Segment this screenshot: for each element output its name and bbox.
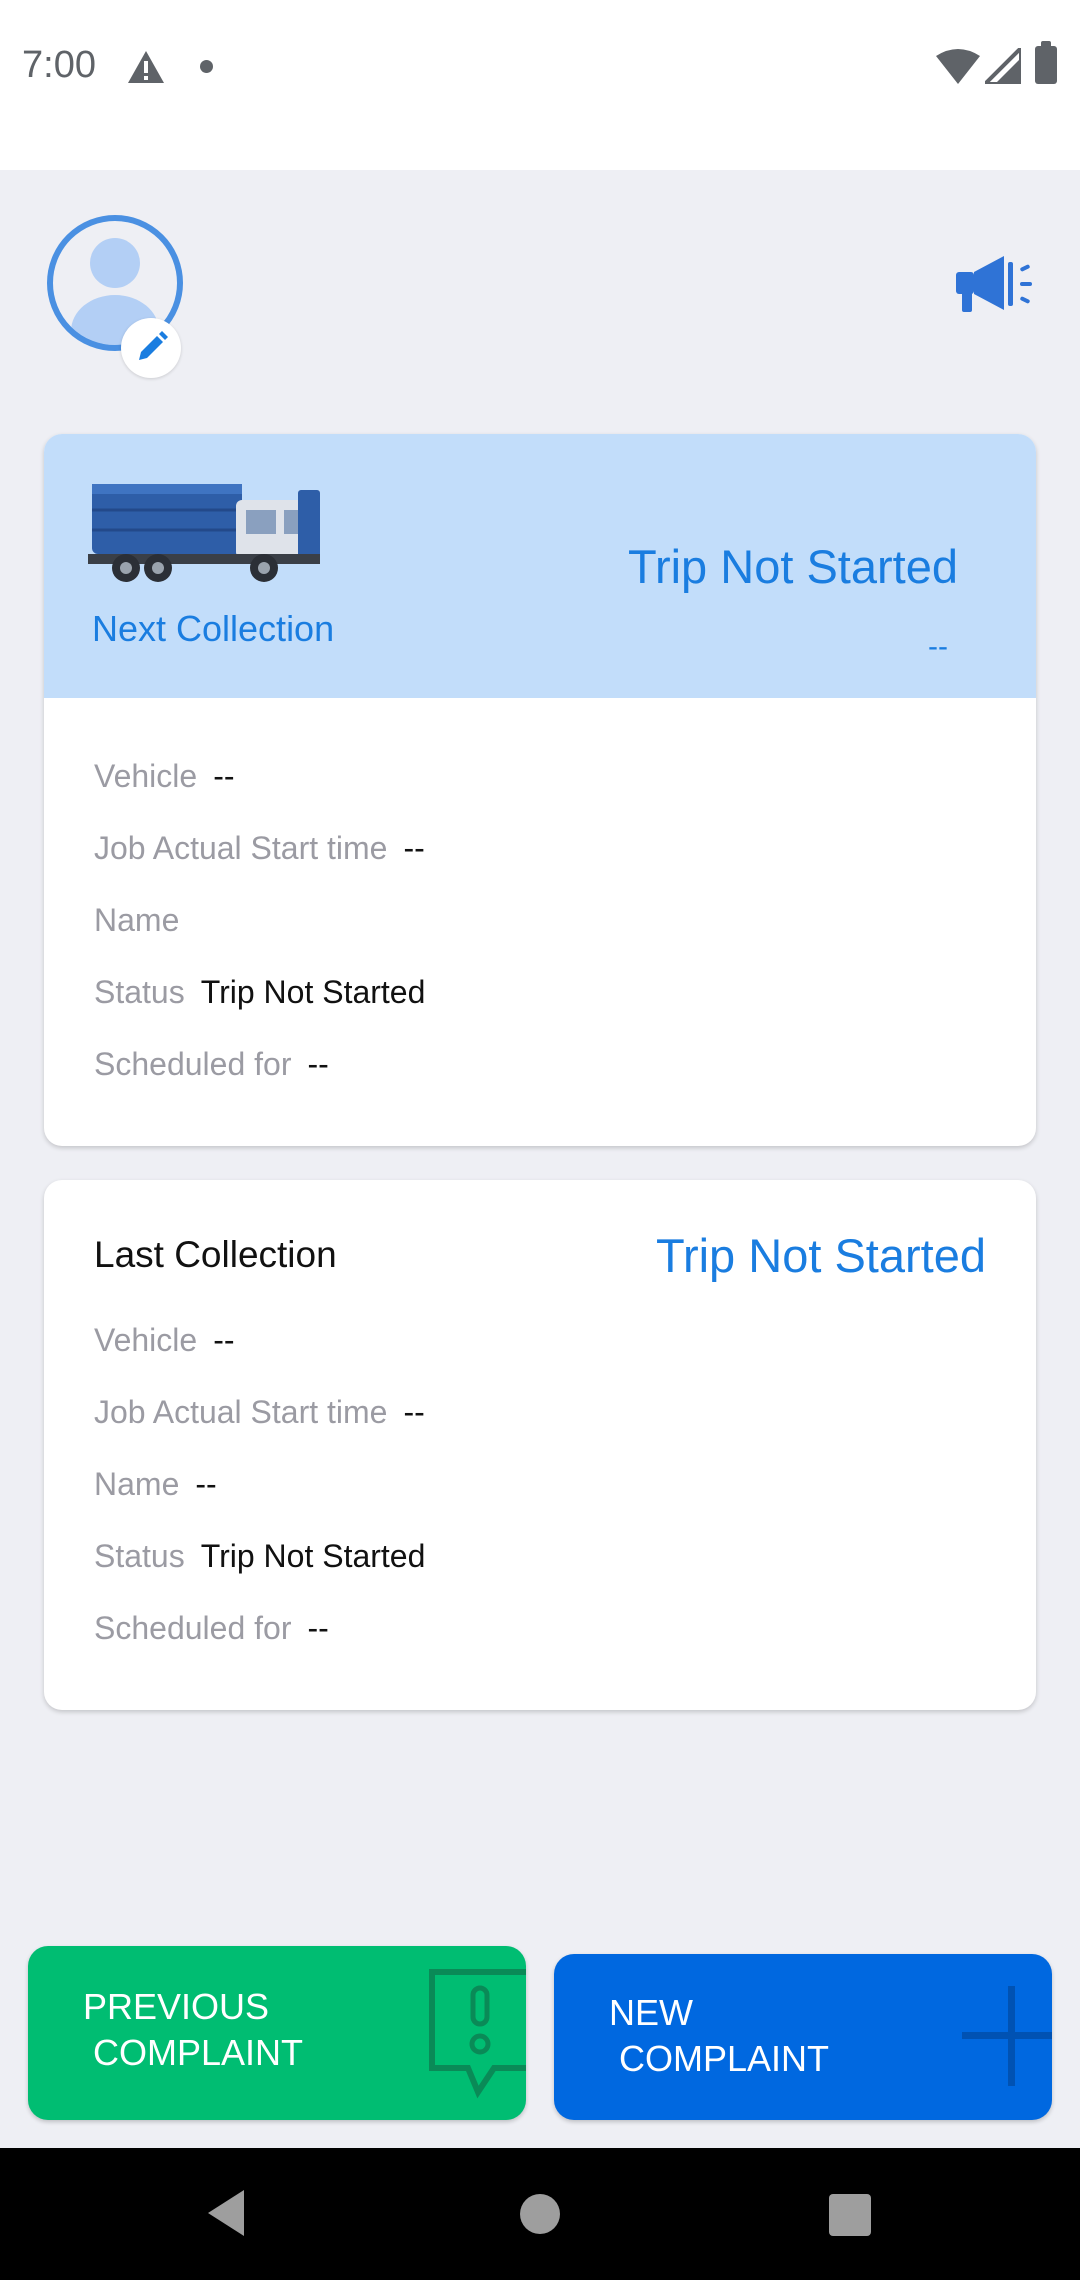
row-value: -- [213,758,235,794]
row-value: -- [195,1466,217,1502]
row-label: Scheduled for [94,1046,292,1082]
next-status-row: Status Trip Not Started [94,974,425,1011]
row-value: -- [213,1322,235,1358]
warning-icon [128,51,164,83]
next-name-row: Name [94,902,195,939]
megaphone-icon[interactable] [952,252,1042,316]
new-complaint-button[interactable]: NEW COMPLAINT [554,1954,1052,2120]
back-icon[interactable] [206,2188,246,2238]
recent-apps-icon[interactable] [829,2194,871,2236]
row-label: Vehicle [94,758,198,794]
row-label: Name [94,1466,180,1502]
system-nav-bar [0,2148,1080,2280]
row-value: -- [403,830,425,866]
next-collection-label: Next Collection [92,608,335,649]
garbage-truck-icon [88,484,320,582]
status-time: 7:00 [22,44,96,86]
complaint-bubble-icon [429,1969,526,2099]
last-collection-title: Last Collection [94,1234,337,1275]
last-scheduled-row: Scheduled for -- [94,1610,329,1647]
row-value: Trip Not Started [200,974,426,1010]
row-label: Status [94,1538,185,1574]
row-label: Vehicle [94,1322,198,1358]
previous-complaint-label: PREVIOUS COMPLAINT [83,1986,304,2073]
next-vehicle-row: Vehicle -- [94,758,235,795]
notification-dot-icon [200,60,213,73]
last-name-row: Name -- [94,1466,217,1503]
previous-complaint-button[interactable]: PREVIOUS COMPLAINT [28,1946,526,2120]
row-label: Scheduled for [94,1610,292,1646]
row-label: Status [94,974,185,1010]
next-start-time-row: Job Actual Start time -- [94,830,425,867]
row-value: -- [307,1610,329,1646]
row-label: Job Actual Start time [94,830,388,866]
last-vehicle-row: Vehicle -- [94,1322,235,1359]
last-start-time-row: Job Actual Start time -- [94,1394,425,1431]
edit-avatar-button[interactable] [121,318,181,378]
row-value: -- [403,1394,425,1430]
last-collection-card[interactable]: Last Collection Trip Not Started Vehicle… [44,1180,1036,1710]
plus-icon [962,1986,1052,2086]
next-trip-status: Trip Not Started [628,540,958,593]
last-trip-status: Trip Not Started [656,1229,986,1282]
pencil-icon [139,331,168,360]
new-complaint-label: NEW COMPLAINT [609,1992,830,2079]
next-collection-header: Next Collection Trip Not Started -- [44,434,1036,698]
next-trip-subtext: -- [928,630,948,663]
row-value: Trip Not Started [200,1538,426,1574]
home-icon[interactable] [520,2194,560,2234]
row-label: Job Actual Start time [94,1394,388,1430]
last-status-row: Status Trip Not Started [94,1538,425,1575]
wifi-icon [936,49,980,84]
row-label: Name [94,902,180,938]
next-scheduled-row: Scheduled for -- [94,1046,329,1083]
next-collection-card[interactable]: Next Collection Trip Not Started -- Vehi… [44,434,1036,1146]
status-bar: 7:00 [0,0,1080,170]
cell-signal-icon [985,48,1021,84]
battery-icon [1035,41,1057,84]
row-value: -- [307,1046,329,1082]
